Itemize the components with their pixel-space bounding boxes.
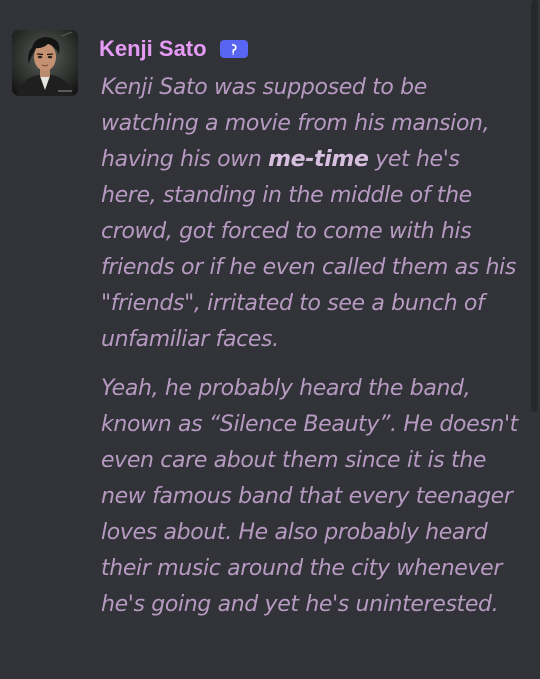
scrollbar-thumb[interactable]	[531, 0, 538, 412]
emphasis-text: me-time	[268, 147, 369, 172]
message-content: Kenji Sato was supposed to be watching a…	[101, 70, 521, 623]
author-header: Kenji Sato	[99, 34, 248, 64]
bot-badge-icon	[219, 40, 248, 58]
paragraph-1-text-end: yet he's here, standing in the middle of…	[101, 147, 516, 352]
message-paragraph-2: Yeah, he probably heard the band, known …	[101, 376, 518, 617]
character-portrait-image	[12, 30, 78, 96]
author-avatar[interactable]	[12, 30, 78, 96]
message-paragraph-1: Kenji Sato was supposed to be watching a…	[101, 70, 521, 358]
chat-message-view: Kenji Sato Kenji Sato was supposed to be…	[0, 0, 540, 679]
badge-symbol-icon	[231, 44, 237, 55]
author-username[interactable]: Kenji Sato	[99, 34, 207, 64]
